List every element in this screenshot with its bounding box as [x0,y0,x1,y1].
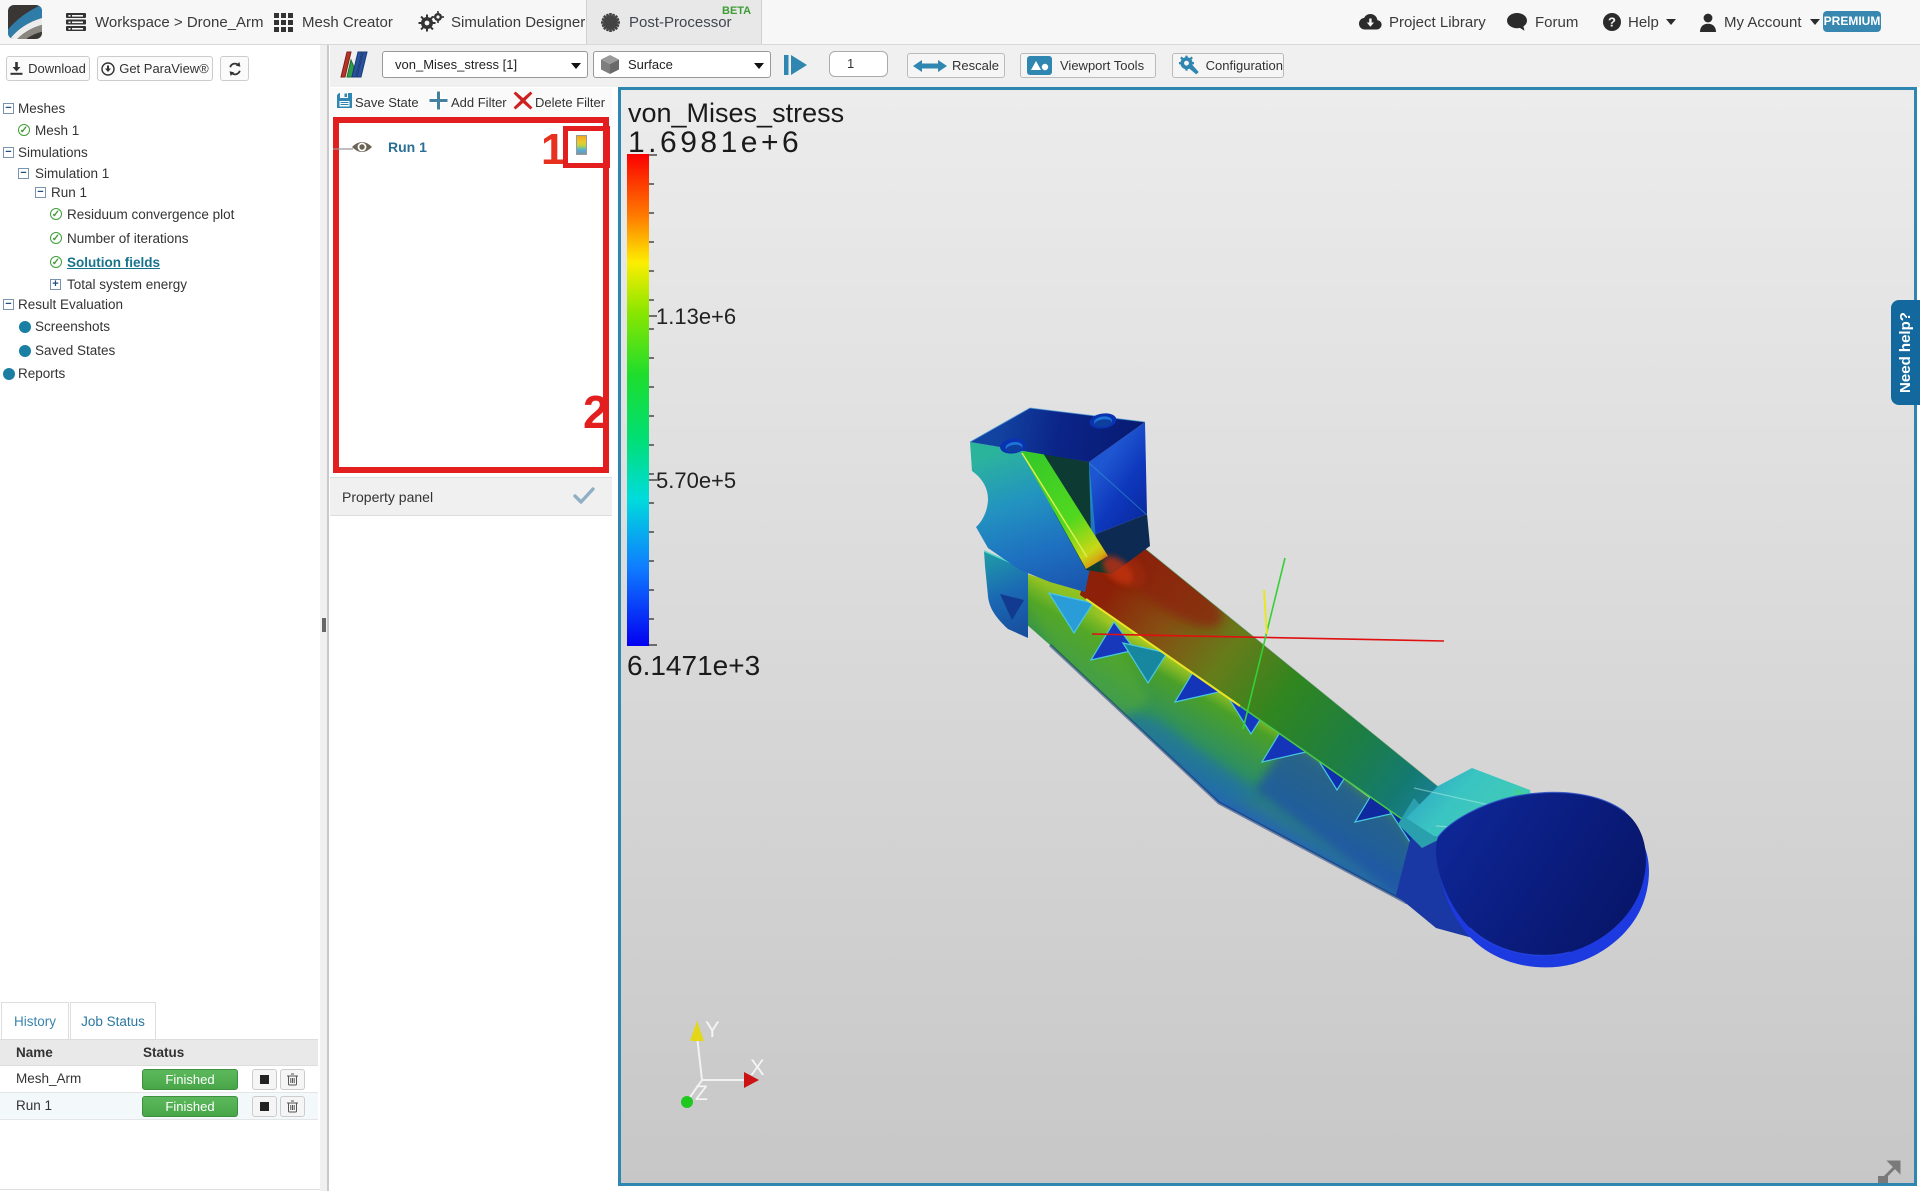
svg-text:X: X [750,1055,765,1080]
svg-text:1.13e+6: 1.13e+6 [656,304,736,329]
svg-text:1.6981e+6: 1.6981e+6 [628,126,802,159]
svg-text:6.1471e+3: 6.1471e+3 [627,650,760,681]
svg-text:Y: Y [705,1017,720,1042]
svg-text:5.70e+5: 5.70e+5 [656,468,736,493]
svg-text:von_Mises_stress: von_Mises_stress [628,98,844,128]
svg-text:?: ? [1608,15,1616,30]
svg-text:Z: Z [695,1082,708,1105]
